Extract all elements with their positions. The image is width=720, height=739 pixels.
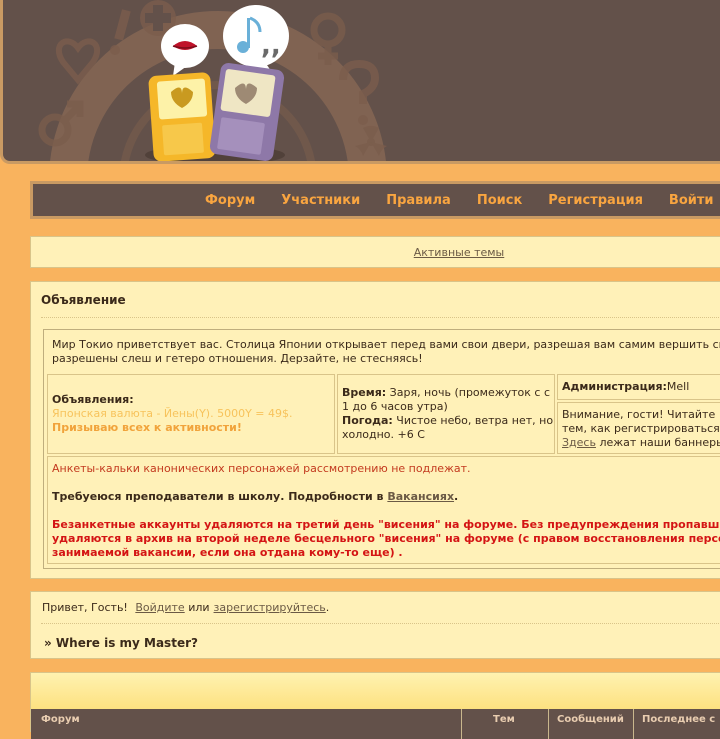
ads-cell: Объявления: Японская валюта - Йены(Y). 5… [47,374,335,454]
vacancies-link[interactable]: Вакансиях [387,490,454,503]
welcome-text: Мир Токио приветствует вас. Столица Япон… [52,338,720,365]
purple-phone-icon [209,63,285,161]
nav-list: Форум Участники Правила Поиск Регистраци… [205,184,720,216]
greeting-or: или [188,601,210,614]
guest-notice-text: Внимание, гости! Читайте тем, как регист… [562,408,720,450]
nav-item-register: Регистрация [548,193,643,208]
nav-item-search: Поиск [477,193,522,208]
nav-item-members: Участники [281,193,360,208]
ads-label: Объявления: [52,393,134,406]
login-link[interactable]: Войдите [135,601,184,614]
admin-text: Администрация:Mell [562,380,689,393]
currency-note: Японская валюта - Йены(Y). 5000Y = 49$. [52,407,293,420]
rules-teachers-note: Требуеюся преподаватели в школу. Подробн… [52,490,459,503]
greeting-dot: . [325,601,330,614]
greeting-panel: Привет, Гость! Войдите или зарегистрируйт… [30,591,720,659]
announcement-panel: Объявление Мир Токио приветствует вас. С… [30,281,720,579]
guest-line-1: Внимание, гости! Читайте [562,408,716,421]
greeting-text: Привет, Гость! [42,601,128,614]
rules-canon-note: Анкеты-кальки канонических персонажей ра… [52,462,471,475]
greeting-line: Привет, Гость! Войдите или зарегистрируйт… [42,601,333,614]
main-navigation: Форум Участники Правила Поиск Регистраци… [30,181,720,219]
nav-link-rules[interactable]: Правила [386,193,451,208]
site-header: ,, [0,0,720,164]
announcement-divider [41,317,720,318]
kiss-bubble-icon [161,24,209,76]
admin-cell: Администрация:Mell [557,374,720,400]
admin-label: Администрация: [562,380,667,393]
weather-label: Погода: [342,414,393,427]
greeting-divider [41,623,720,624]
rules-accounts-warning: Безанкетные аккаунты удаляются на третий… [52,518,720,559]
forum-table-header: Форум Тем Сообщений Последнее с [31,709,720,739]
nav-link-search[interactable]: Поиск [477,193,522,208]
nav-link-members[interactable]: Участники [281,193,360,208]
active-topics-link[interactable]: Активные темы [414,246,505,259]
announcement-box: Мир Токио приветствует вас. Столица Япон… [43,329,720,569]
column-divider [548,709,549,739]
rules-cell: Анкеты-кальки канонических персонажей ра… [47,456,720,564]
time-label: Время: [342,386,387,399]
time-weather-cell: Время: Заря, ночь (промежуток с с 1 до 6… [337,374,555,454]
nav-item-forum: Форум [205,193,255,208]
banners-link[interactable]: Здесь [562,436,596,449]
activity-call: Призываю всех к активности! [52,421,242,434]
admin-name: Mell [666,380,690,393]
register-link[interactable]: зарегистрируйтесь [214,601,326,614]
svg-text:,,: ,, [261,31,281,61]
nav-link-login[interactable]: Войти [669,193,714,208]
nav-link-register[interactable]: Регистрация [548,193,643,208]
teachers-text: Требуеюся преподаватели в школу. Подробн… [52,490,384,503]
announcement-title: Объявление [41,293,126,307]
time-weather-text: Время: Заря, ночь (промежуток с с 1 до 6… [342,386,556,442]
header-banner-art: ,, [38,0,387,161]
guest-line-3: лежат наши баннеры [599,436,720,449]
forum-category-panel: Форум Тем Сообщений Последнее с [30,672,720,739]
guest-notice-cell: Внимание, гости! Читайте тем, как регист… [557,402,720,454]
nav-item-login: Войти [669,193,714,208]
column-divider [461,709,462,739]
nav-item-rules: Правила [386,193,451,208]
breadcrumb: » Where is my Master? [44,636,198,650]
yellow-phone-icon [148,72,216,161]
nav-link-forum[interactable]: Форум [205,193,255,208]
guest-line-2: тем, как регистрироваться [562,422,720,435]
active-topics-panel: Активные темы [30,236,720,268]
female-symbol-icon [310,12,346,65]
column-divider [633,709,634,739]
